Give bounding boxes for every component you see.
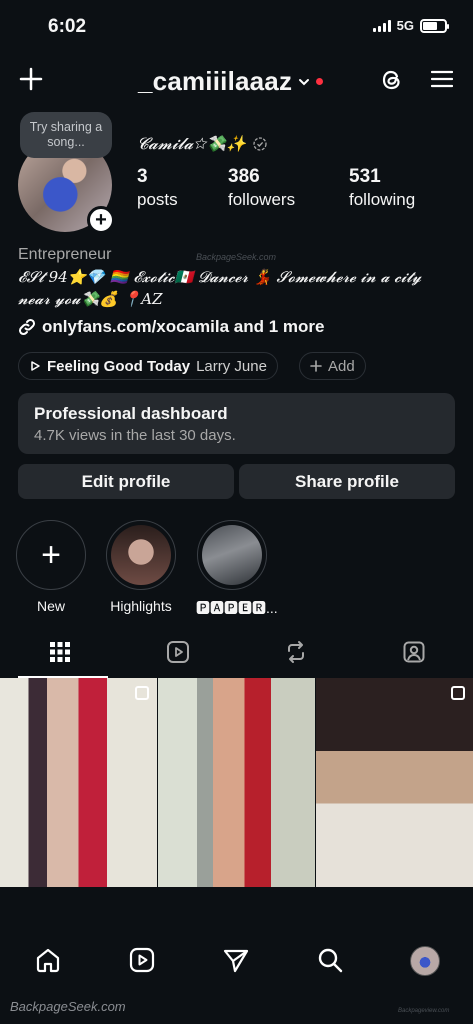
search-icon[interactable] — [316, 946, 344, 974]
tagged-tab-icon[interactable] — [402, 640, 426, 664]
profile-music-pill[interactable]: Feeling Good Today Larry June — [18, 352, 278, 380]
header-username: _camiiilaaaz — [138, 66, 293, 96]
reposts-tab-icon[interactable] — [284, 640, 308, 664]
add-story-icon[interactable]: + — [87, 206, 115, 234]
professional-dashboard[interactable]: Professional dashboard 4.7K views in the… — [18, 393, 455, 454]
notification-dot — [316, 78, 324, 85]
stat-following[interactable]: 531 following — [349, 166, 415, 210]
stat-posts[interactable]: 3 posts — [137, 166, 178, 210]
threads-icon[interactable] — [380, 67, 405, 93]
create-icon[interactable] — [18, 66, 44, 92]
highlight-label: Highlights — [110, 598, 172, 614]
bio-link[interactable]: onlyfans.com/xocamila and 1 more — [18, 317, 324, 337]
messages-icon[interactable] — [222, 946, 250, 974]
play-icon — [31, 361, 40, 371]
watermark: BackpageSeek.com — [10, 999, 126, 1014]
network-label: 5G — [396, 18, 414, 33]
add-label: Add — [328, 357, 355, 375]
bio-text: 𝓔𝓢𝓽 94⭐💎 🏳️‍🌈 𝓔𝔁𝓸𝓽𝓲𝓬🇲🇽 𝓓𝓪𝓷𝓬𝓮𝓻 💃 𝓢𝓸𝓶𝓮𝔀𝓱𝓮𝓻… — [18, 268, 422, 308]
highlight-cover — [202, 525, 262, 585]
reels-nav-icon[interactable] — [128, 946, 156, 974]
menu-icon[interactable] — [431, 70, 453, 88]
display-name: 𝓒𝓪𝓶𝓲𝓵𝓪☆💸✨ — [137, 134, 267, 154]
stat-followers[interactable]: 386 followers — [228, 166, 295, 210]
highlight-paper[interactable]: 🅿🅰🅿🅴🆁... — [196, 520, 278, 618]
watermark: Backpageview.com — [398, 1008, 450, 1014]
chevron-down-icon — [299, 78, 310, 85]
add-link-pill[interactable]: Add — [299, 352, 366, 380]
post-thumbnail[interactable] — [316, 678, 473, 887]
highlight-new[interactable]: + New — [15, 520, 87, 614]
battery-icon — [420, 18, 449, 33]
song-artist: Larry June — [196, 357, 267, 375]
plus-icon — [310, 360, 322, 372]
edit-profile-button[interactable]: Edit profile — [18, 464, 234, 499]
share-profile-button[interactable]: Share profile — [239, 464, 455, 499]
bio-category: Entrepreneur — [18, 246, 112, 263]
status-indicators: 5G — [372, 18, 449, 33]
status-time: 6:02 — [48, 16, 87, 37]
carousel-icon — [451, 686, 465, 700]
highlight-label: New — [36, 598, 65, 614]
highlight-label: 🅿🅰🅿🅴🆁... — [196, 600, 278, 616]
post-thumbnail[interactable] — [158, 678, 315, 887]
grid-tab-icon[interactable] — [48, 640, 72, 664]
link-icon — [18, 318, 36, 336]
reels-tab-icon[interactable] — [166, 640, 190, 664]
carousel-icon — [135, 686, 149, 700]
post-thumbnail[interactable] — [0, 678, 157, 887]
dashboard-subtitle: 4.7K views in the last 30 days. — [34, 427, 236, 444]
plus-icon: + — [41, 536, 61, 574]
highlight-highlights[interactable]: Highlights — [105, 520, 177, 614]
song-title: Feeling Good Today — [47, 357, 191, 375]
home-icon[interactable] — [34, 946, 62, 974]
highlight-cover — [111, 525, 171, 585]
bio-link-text: onlyfans.com/xocamila and 1 more — [42, 317, 325, 336]
watermark: BackpageSeek.com — [196, 252, 277, 262]
profile-nav-avatar[interactable] — [410, 946, 440, 976]
verified-badge-icon — [253, 137, 267, 151]
dashboard-title: Professional dashboard — [34, 404, 228, 423]
account-switcher[interactable]: _camiiilaaaz — [138, 66, 324, 97]
cellular-signal-icon — [372, 19, 391, 32]
note-bubble[interactable]: Try sharing a song... — [20, 112, 112, 158]
